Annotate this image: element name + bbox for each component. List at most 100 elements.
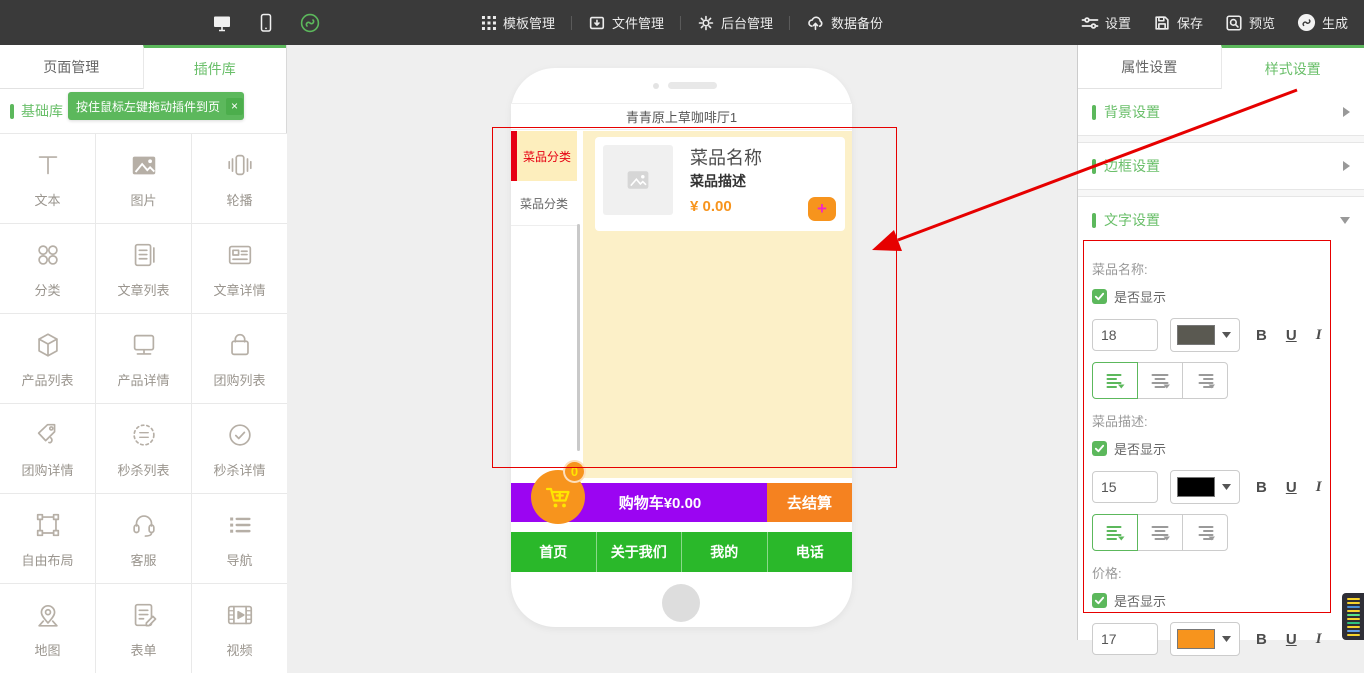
save-button[interactable]: 保存 [1153,13,1203,32]
seckill-list-icon [129,419,159,451]
section-border-settings[interactable]: 边框设置 [1078,143,1364,189]
widget-category[interactable]: 分类 [0,224,95,313]
widget-label: 产品列表 [21,370,73,389]
show-checkbox[interactable] [1092,593,1107,608]
widget-product-list[interactable]: 产品列表 [0,314,95,403]
font-size-input[interactable] [1092,471,1158,503]
widget-group-detail[interactable]: 团购详情 [0,404,95,493]
widget-product-detail[interactable]: 产品详情 [96,314,191,403]
settings-button[interactable]: 设置 [1081,13,1131,32]
show-checkbox[interactable] [1092,289,1107,304]
widget-service[interactable]: 客服 [96,494,191,583]
underline-button[interactable]: U [1286,327,1297,344]
speaker-slot [668,82,717,89]
align-right-button[interactable] [1182,362,1228,399]
section-background-settings[interactable]: 背景设置 [1078,89,1364,135]
add-dish-button[interactable]: + [808,197,836,221]
widget-seckill-detail[interactable]: 秒杀详情 [192,404,287,493]
widget-seckill-list[interactable]: 秒杀列表 [96,404,191,493]
show-checkbox[interactable] [1092,441,1107,456]
menu-file-manage[interactable]: 文件管理 [588,13,664,32]
show-label: 是否显示 [1114,439,1166,458]
bold-button[interactable]: B [1256,479,1267,496]
image-icon [128,149,160,181]
topbar-center-menu: 模板管理 文件管理 后台管理 数据备份 [481,0,883,45]
font-size-input[interactable] [1092,623,1158,655]
desktop-icon[interactable] [212,13,232,33]
widget-image[interactable]: 图片 [96,134,191,223]
tab-plugin-library[interactable]: 插件库 [143,45,287,89]
underline-button[interactable]: U [1286,479,1297,496]
caret-right-icon [1343,107,1350,117]
tab-page-manage[interactable]: 页面管理 [0,45,143,89]
widget-label: 团购详情 [21,460,73,479]
caret-down-icon [1340,217,1350,224]
font-color-select[interactable] [1170,622,1240,656]
align-left-button[interactable] [1092,514,1138,551]
tab-style-settings[interactable]: 样式设置 [1221,45,1364,89]
scroll-widget[interactable] [1342,593,1364,640]
widget-label: 自由布局 [21,550,73,569]
cloud-upload-icon [806,14,825,32]
section-label: 文字设置 [1104,210,1160,230]
bold-button[interactable]: B [1256,631,1267,648]
mobile-icon[interactable] [258,13,274,33]
dish-card[interactable]: 菜品名称 菜品描述 ¥ 0.00 + [595,137,845,231]
generate-button[interactable]: 生成 [1297,13,1348,32]
align-right-button[interactable] [1182,514,1228,551]
underline-button[interactable]: U [1286,631,1297,648]
align-left-button[interactable] [1092,362,1138,399]
list-icon [225,509,255,541]
widget-article-detail[interactable]: 文章详情 [192,224,287,313]
font-color-select[interactable] [1170,470,1240,504]
menu-backend-manage[interactable]: 后台管理 [697,13,773,32]
nav-item-mine[interactable]: 我的 [681,532,767,572]
sliders-icon [1081,15,1099,31]
widget-nav[interactable]: 导航 [192,494,287,583]
bold-button[interactable]: B [1256,327,1267,344]
align-center-button[interactable] [1137,514,1183,551]
tooltip-close-button[interactable]: × [226,98,243,115]
nav-item-phone[interactable]: 电话 [767,532,853,572]
align-center-button[interactable] [1137,362,1183,399]
nav-item-home[interactable]: 首页 [511,532,596,572]
home-button[interactable] [662,584,700,622]
tab-attribute-settings[interactable]: 属性设置 [1078,45,1221,89]
widget-article-list[interactable]: 文章列表 [96,224,191,313]
green-bar [1092,213,1096,228]
font-size-input[interactable] [1092,319,1158,351]
video-icon [224,599,256,631]
widget-form[interactable]: 表单 [96,584,191,673]
section-text-settings[interactable]: 文字设置 [1078,197,1364,243]
caret-down-icon [1222,636,1231,642]
menu-template-manage[interactable]: 模板管理 [481,13,555,32]
widget-text[interactable]: 文本 [0,134,95,223]
section-label: 边框设置 [1104,156,1160,176]
preview-button[interactable]: 预览 [1225,13,1275,32]
section-divider [1078,189,1364,197]
green-bar [1092,105,1096,120]
category-item[interactable]: 菜品分类 [511,181,577,226]
font-color-select[interactable] [1170,318,1240,352]
carousel-icon [225,149,255,181]
link-icon[interactable] [300,13,320,33]
italic-button[interactable]: I [1316,479,1322,496]
category-item-active[interactable]: 菜品分类 [511,131,577,181]
nav-item-about[interactable]: 关于我们 [596,532,682,572]
italic-button[interactable]: I [1316,631,1322,648]
widget-group-list[interactable]: 团购列表 [192,314,287,403]
widget-map[interactable]: 地图 [0,584,95,673]
color-swatch [1177,325,1215,345]
widget-label: 图片 [130,190,156,209]
phone-preview: 青青原上草咖啡厅1 菜品分类 菜品分类 菜品名称 菜品描述 ¥ 0.00 + 购… [511,68,852,627]
widget-video[interactable]: 视频 [192,584,287,673]
topbar-right-menu: 设置 保存 预览 生成 [1081,0,1348,45]
italic-button[interactable]: I [1316,327,1322,344]
widget-free-layout[interactable]: 自由布局 [0,494,95,583]
menu-data-backup[interactable]: 数据备份 [806,13,883,32]
product-list-icon [33,329,63,361]
checkout-button[interactable]: 去结算 [767,483,852,522]
menu-plugin-body[interactable]: 菜品分类 菜品分类 菜品名称 菜品描述 ¥ 0.00 + [511,130,852,478]
widget-carousel[interactable]: 轮播 [192,134,287,223]
show-label: 是否显示 [1114,287,1166,306]
